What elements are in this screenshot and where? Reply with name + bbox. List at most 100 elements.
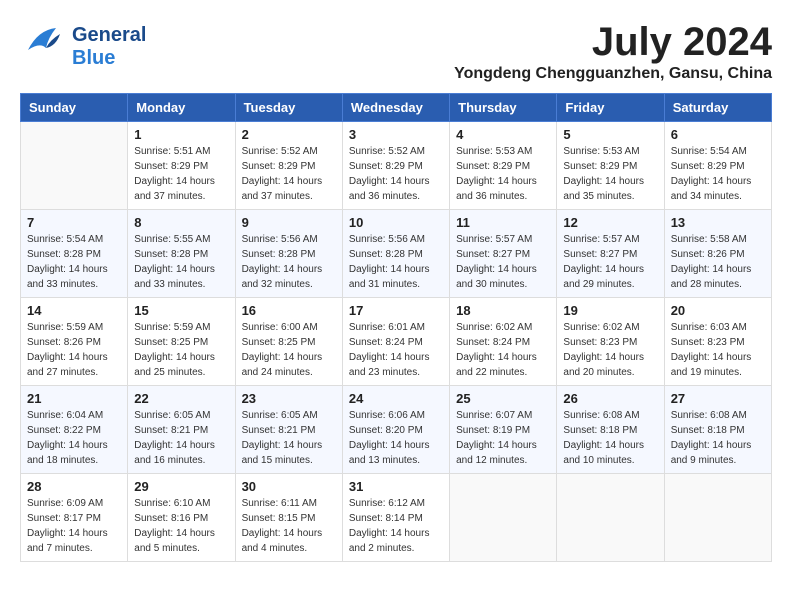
- day-info-13: Sunrise: 5:58 AM Sunset: 8:26 PM Dayligh…: [671, 232, 765, 292]
- day-cell-19: 19Sunrise: 6:02 AM Sunset: 8:23 PM Dayli…: [557, 298, 664, 386]
- day-cell-3: 3 Sunrise: 5:52 AM Sunset: 8:29 PM Daylig…: [342, 122, 449, 210]
- day-info-18: Sunrise: 6:02 AM Sunset: 8:24 PM Dayligh…: [456, 320, 550, 380]
- empty-cell: [21, 122, 128, 210]
- empty-cell: [557, 474, 664, 562]
- calendar-table: SundayMondayTuesdayWednesdayThursdayFrid…: [20, 93, 772, 562]
- day-number-25: 25: [456, 391, 550, 406]
- day-number-29: 29: [134, 479, 228, 494]
- day-cell-23: 23 Sunrise: 6:05 AM Sunset: 8:21 PM Dayli…: [235, 386, 342, 474]
- day-info-23: Sunrise: 6:05 AM Sunset: 8:21 PM Dayligh…: [242, 408, 336, 468]
- day-number-10: 10: [349, 215, 443, 230]
- day-cell-5: 5Sunrise: 5:53 AM Sunset: 8:29 PM Daylig…: [557, 122, 664, 210]
- day-number-3: 3: [349, 127, 443, 142]
- day-info-17: Sunrise: 6:01 AM Sunset: 8:24 PM Dayligh…: [349, 320, 443, 380]
- month-year-title: July 2024: [454, 20, 772, 65]
- day-number-26: 26: [563, 391, 657, 406]
- day-cell-1: 1Sunrise: 5:51 AM Sunset: 8:29 PM Daylig…: [128, 122, 235, 210]
- page-header: General Blue July 2024 Yongdeng Chenggua…: [20, 20, 772, 83]
- day-cell-27: 27 Sunrise: 6:08 AM Sunset: 8:18 PM Dayli…: [664, 386, 771, 474]
- day-number-5: 5: [563, 127, 657, 142]
- day-number-23: 23: [242, 391, 336, 406]
- location-subtitle: Yongdeng Chengguanzhen, Gansu, China: [454, 65, 772, 83]
- day-cell-13: 13 Sunrise: 5:58 AM Sunset: 8:26 PM Dayli…: [664, 210, 771, 298]
- weekday-friday: Friday: [557, 94, 664, 122]
- day-cell-25: 25 Sunrise: 6:07 AM Sunset: 8:19 PM Dayli…: [450, 386, 557, 474]
- week-row-5: 28Sunrise: 6:09 AM Sunset: 8:17 PM Dayli…: [21, 474, 772, 562]
- empty-cell: [450, 474, 557, 562]
- day-info-14: Sunrise: 5:59 AM Sunset: 8:26 PM Dayligh…: [27, 320, 121, 380]
- day-number-20: 20: [671, 303, 765, 318]
- week-row-2: 7Sunrise: 5:54 AM Sunset: 8:28 PM Daylig…: [21, 210, 772, 298]
- day-info-28: Sunrise: 6:09 AM Sunset: 8:17 PM Dayligh…: [27, 496, 121, 556]
- weekday-thursday: Thursday: [450, 94, 557, 122]
- day-info-30: Sunrise: 6:11 AM Sunset: 8:15 PM Dayligh…: [242, 496, 336, 556]
- day-info-8: Sunrise: 5:55 AM Sunset: 8:28 PM Dayligh…: [134, 232, 228, 292]
- day-number-11: 11: [456, 215, 550, 230]
- day-info-3: Sunrise: 5:52 AM Sunset: 8:29 PM Dayligh…: [349, 144, 443, 204]
- day-number-21: 21: [27, 391, 121, 406]
- day-info-22: Sunrise: 6:05 AM Sunset: 8:21 PM Dayligh…: [134, 408, 228, 468]
- day-number-4: 4: [456, 127, 550, 142]
- day-info-25: Sunrise: 6:07 AM Sunset: 8:19 PM Dayligh…: [456, 408, 550, 468]
- weekday-sunday: Sunday: [21, 94, 128, 122]
- day-number-15: 15: [134, 303, 228, 318]
- day-info-21: Sunrise: 6:04 AM Sunset: 8:22 PM Dayligh…: [27, 408, 121, 468]
- weekday-wednesday: Wednesday: [342, 94, 449, 122]
- day-cell-22: 22 Sunrise: 6:05 AM Sunset: 8:21 PM Dayli…: [128, 386, 235, 474]
- day-cell-18: 18Sunrise: 6:02 AM Sunset: 8:24 PM Dayli…: [450, 298, 557, 386]
- logo-bird-icon: [20, 20, 64, 73]
- week-row-3: 14Sunrise: 5:59 AM Sunset: 8:26 PM Dayli…: [21, 298, 772, 386]
- weekday-saturday: Saturday: [664, 94, 771, 122]
- day-cell-8: 8 Sunrise: 5:55 AM Sunset: 8:28 PM Daylig…: [128, 210, 235, 298]
- day-info-31: Sunrise: 6:12 AM Sunset: 8:14 PM Dayligh…: [349, 496, 443, 556]
- day-number-6: 6: [671, 127, 765, 142]
- empty-cell: [664, 474, 771, 562]
- day-number-16: 16: [242, 303, 336, 318]
- day-cell-6: 6 Sunrise: 5:54 AM Sunset: 8:29 PM Daylig…: [664, 122, 771, 210]
- day-cell-10: 10 Sunrise: 5:56 AM Sunset: 8:28 PM Dayli…: [342, 210, 449, 298]
- day-number-9: 9: [242, 215, 336, 230]
- day-info-16: Sunrise: 6:00 AM Sunset: 8:25 PM Dayligh…: [242, 320, 336, 380]
- day-info-9: Sunrise: 5:56 AM Sunset: 8:28 PM Dayligh…: [242, 232, 336, 292]
- day-info-24: Sunrise: 6:06 AM Sunset: 8:20 PM Dayligh…: [349, 408, 443, 468]
- day-number-17: 17: [349, 303, 443, 318]
- day-number-22: 22: [134, 391, 228, 406]
- day-cell-12: 12Sunrise: 5:57 AM Sunset: 8:27 PM Dayli…: [557, 210, 664, 298]
- day-info-10: Sunrise: 5:56 AM Sunset: 8:28 PM Dayligh…: [349, 232, 443, 292]
- day-cell-21: 21 Sunrise: 6:04 AM Sunset: 8:22 PM Dayli…: [21, 386, 128, 474]
- day-cell-31: 31 Sunrise: 6:12 AM Sunset: 8:14 PM Dayli…: [342, 474, 449, 562]
- day-number-2: 2: [242, 127, 336, 142]
- day-cell-30: 30 Sunrise: 6:11 AM Sunset: 8:15 PM Dayli…: [235, 474, 342, 562]
- day-info-15: Sunrise: 5:59 AM Sunset: 8:25 PM Dayligh…: [134, 320, 228, 380]
- day-cell-29: 29 Sunrise: 6:10 AM Sunset: 8:16 PM Dayli…: [128, 474, 235, 562]
- day-info-12: Sunrise: 5:57 AM Sunset: 8:27 PM Dayligh…: [563, 232, 657, 292]
- day-cell-28: 28Sunrise: 6:09 AM Sunset: 8:17 PM Dayli…: [21, 474, 128, 562]
- day-cell-7: 7Sunrise: 5:54 AM Sunset: 8:28 PM Daylig…: [21, 210, 128, 298]
- day-number-8: 8: [134, 215, 228, 230]
- day-number-30: 30: [242, 479, 336, 494]
- day-info-26: Sunrise: 6:08 AM Sunset: 8:18 PM Dayligh…: [563, 408, 657, 468]
- day-info-6: Sunrise: 5:54 AM Sunset: 8:29 PM Dayligh…: [671, 144, 765, 204]
- weekday-header-row: SundayMondayTuesdayWednesdayThursdayFrid…: [21, 94, 772, 122]
- day-number-1: 1: [134, 127, 228, 142]
- day-info-20: Sunrise: 6:03 AM Sunset: 8:23 PM Dayligh…: [671, 320, 765, 380]
- logo: General Blue: [20, 20, 146, 73]
- day-cell-4: 4Sunrise: 5:53 AM Sunset: 8:29 PM Daylig…: [450, 122, 557, 210]
- logo-blue: Blue: [72, 47, 115, 70]
- day-cell-2: 2 Sunrise: 5:52 AM Sunset: 8:29 PM Daylig…: [235, 122, 342, 210]
- day-info-2: Sunrise: 5:52 AM Sunset: 8:29 PM Dayligh…: [242, 144, 336, 204]
- day-info-29: Sunrise: 6:10 AM Sunset: 8:16 PM Dayligh…: [134, 496, 228, 556]
- day-info-27: Sunrise: 6:08 AM Sunset: 8:18 PM Dayligh…: [671, 408, 765, 468]
- week-row-1: 1Sunrise: 5:51 AM Sunset: 8:29 PM Daylig…: [21, 122, 772, 210]
- day-cell-15: 15 Sunrise: 5:59 AM Sunset: 8:25 PM Dayli…: [128, 298, 235, 386]
- day-number-13: 13: [671, 215, 765, 230]
- day-cell-16: 16 Sunrise: 6:00 AM Sunset: 8:25 PM Dayli…: [235, 298, 342, 386]
- day-number-7: 7: [27, 215, 121, 230]
- day-cell-20: 20 Sunrise: 6:03 AM Sunset: 8:23 PM Dayli…: [664, 298, 771, 386]
- day-cell-14: 14Sunrise: 5:59 AM Sunset: 8:26 PM Dayli…: [21, 298, 128, 386]
- day-number-27: 27: [671, 391, 765, 406]
- day-number-31: 31: [349, 479, 443, 494]
- day-cell-9: 9 Sunrise: 5:56 AM Sunset: 8:28 PM Daylig…: [235, 210, 342, 298]
- weekday-tuesday: Tuesday: [235, 94, 342, 122]
- day-cell-26: 26 Sunrise: 6:08 AM Sunset: 8:18 PM Dayli…: [557, 386, 664, 474]
